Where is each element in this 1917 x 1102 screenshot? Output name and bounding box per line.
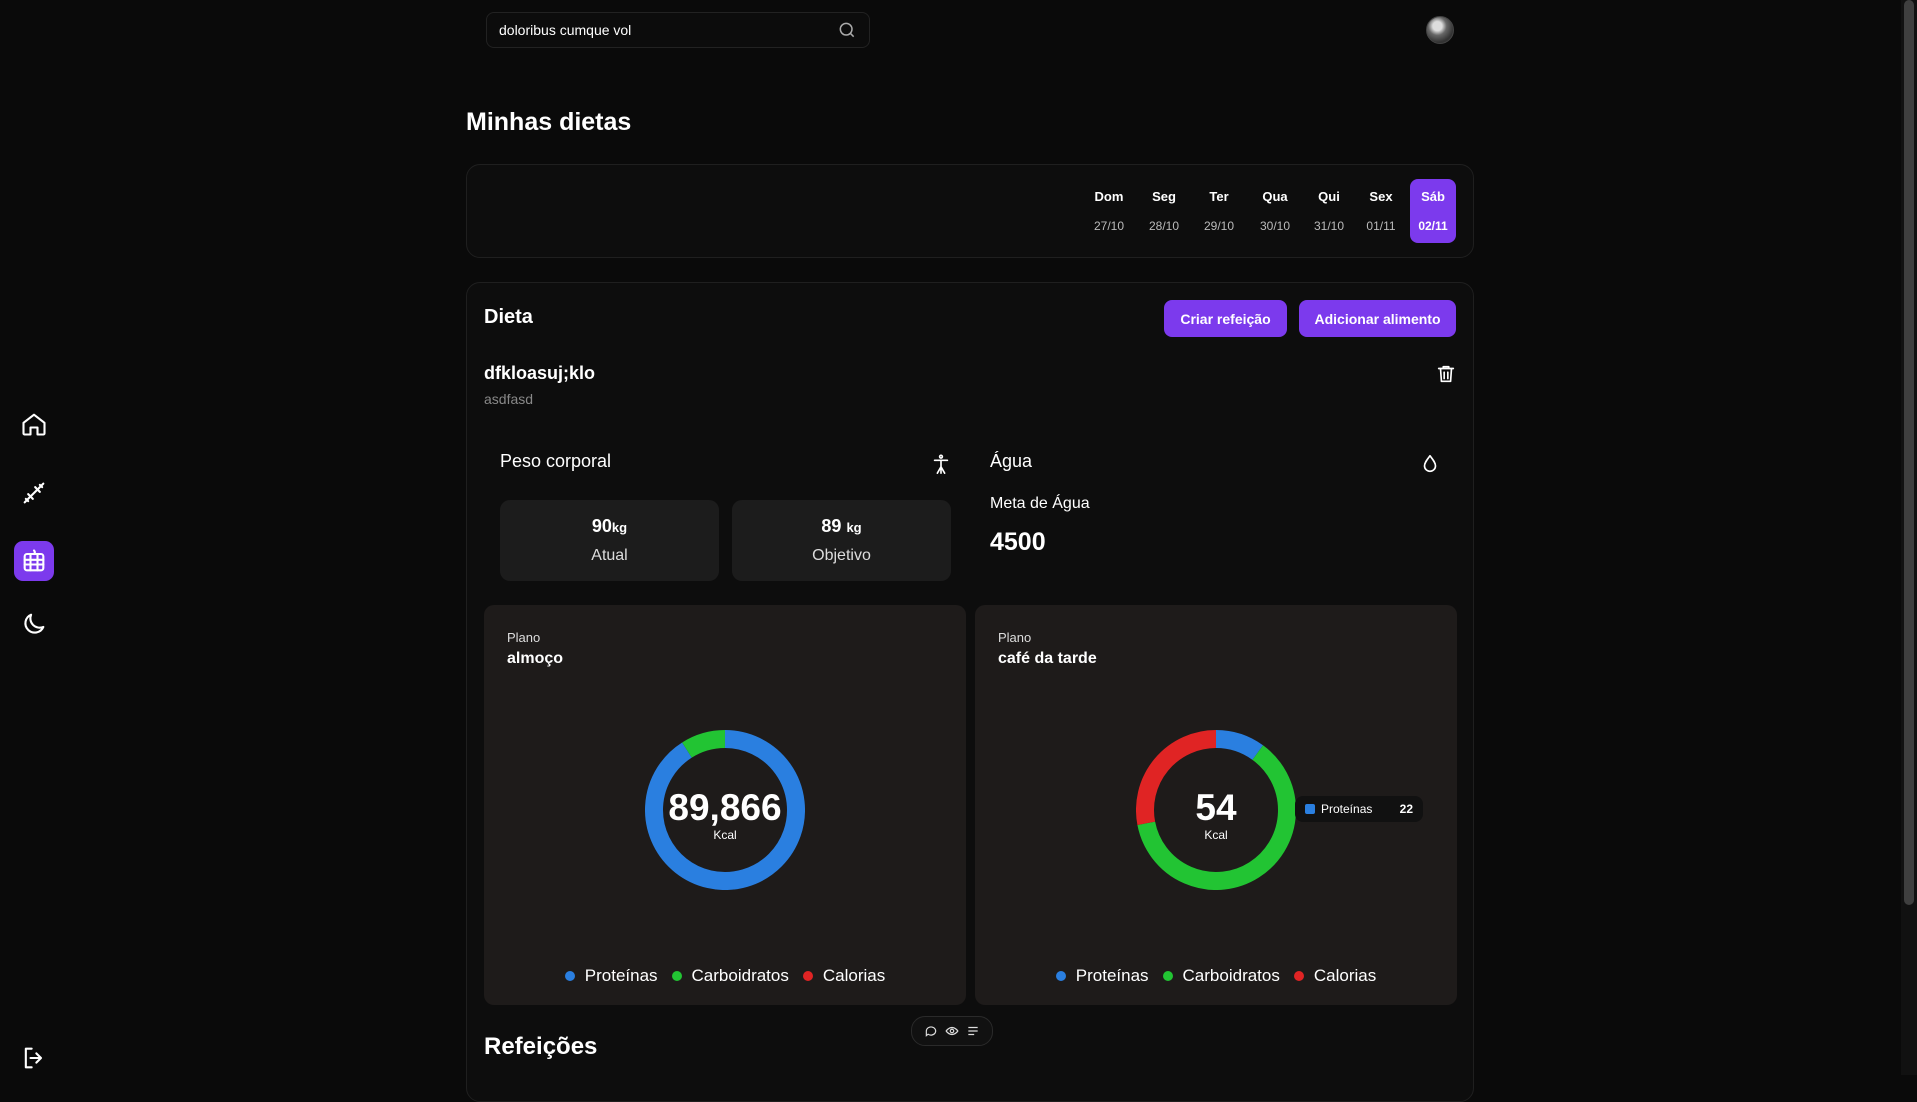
week-day-selector: Dom 27/10 Seg 28/10 Ter 29/10 Qua 30/10 Qui 3… [466,164,1474,258]
search-input[interactable] [499,22,837,38]
goal-weight-label: Objetivo [812,547,871,564]
water-drop-icon [1419,453,1441,475]
trash-icon[interactable] [1435,363,1457,385]
legend-dot-carbs [671,971,682,981]
dumbbell-icon[interactable] [14,473,54,513]
plan-label: Plano [507,630,541,645]
legend-item-calories[interactable]: Calorias [1293,966,1376,986]
legend-item-protein[interactable]: Proteínas [564,966,658,986]
tooltip-label: Proteínas [1321,802,1373,816]
eye-icon[interactable] [945,1024,959,1038]
page-scrollbar[interactable] [1901,0,1917,1075]
legend-dot-protein [564,971,575,981]
logout-icon[interactable] [14,1038,54,1078]
sidebar [0,0,70,1075]
plan-label: Plano [998,630,1032,645]
goal-weight-value: 89 [821,516,842,536]
home-icon[interactable] [14,404,54,444]
chart-legend: Proteínas Carboidratos Calorias [975,966,1457,986]
goal-weight-unit: kg [846,520,862,535]
current-weight-box: 90kg Atual [500,500,719,581]
legend-dot-carbs [1162,971,1173,981]
list-icon[interactable] [966,1024,980,1038]
legend-dot-protein [1055,971,1066,981]
goal-weight-box: 89 kg Objetivo [732,500,951,581]
body-icon [930,453,952,475]
floating-toolbar [911,1016,993,1046]
legend-item-carbs[interactable]: Carboidratos [671,966,789,986]
moon-icon[interactable] [14,604,54,644]
donut-total: 89,866 [668,787,782,828]
legend-item-carbs[interactable]: Carboidratos [1162,966,1280,986]
current-weight-label: Atual [591,547,628,564]
search-bar [486,12,870,48]
tooltip-swatch [1305,804,1315,814]
diet-description: asdfasd [484,391,534,407]
legend-item-protein[interactable]: Proteínas [1055,966,1149,986]
donut-unit: Kcal [713,828,737,842]
day-tue[interactable]: Ter 29/10 [1196,179,1242,243]
tooltip-value: 22 [1399,802,1413,816]
diet-card: Dieta Criar refeição Adicionar alimento … [466,282,1474,1102]
page-title: Minhas dietas [466,108,632,136]
donut-segment-carbs[interactable] [682,730,726,758]
day-mon[interactable]: Seg 28/10 [1141,179,1187,243]
legend-item-calories[interactable]: Calorias [802,966,885,986]
avatar[interactable] [1426,16,1454,44]
search-icon[interactable] [837,20,857,40]
plan-card-cafe-da-tarde[interactable]: Plano café da tarde 54 Kcal Proteínas 22… [975,605,1457,1005]
day-thu[interactable]: Qui 31/10 [1306,179,1352,243]
plan-name: almoço [507,650,564,667]
day-sat[interactable]: Sáb 02/11 [1410,179,1456,243]
water-goal-label: Meta de Água [990,495,1090,512]
chart-tooltip: Proteínas 22 [1295,796,1423,822]
plan-name: café da tarde [998,650,1097,667]
day-fri[interactable]: Sex 01/11 [1358,179,1404,243]
create-meal-button[interactable]: Criar refeição [1164,300,1287,337]
donut-unit: Kcal [1204,828,1228,842]
scroll-thumb[interactable] [1904,0,1914,905]
meals-title: Refeições [484,1033,598,1060]
comment-icon[interactable] [924,1024,938,1038]
current-weight-unit: kg [611,520,628,535]
add-food-button[interactable]: Adicionar alimento [1299,300,1456,337]
water-goal-value: 4500 [990,528,1046,556]
day-sun[interactable]: Dom 27/10 [1086,179,1132,243]
legend-dot-calories [1293,971,1304,981]
day-wed[interactable]: Qua 30/10 [1252,179,1298,243]
body-weight-title: Peso corporal [500,451,612,471]
diet-section-title: Dieta [484,306,533,328]
current-weight-value: 90 [591,516,612,536]
legend-dot-calories [802,971,813,981]
chart-legend: Proteínas Carboidratos Calorias [484,966,966,986]
water-title: Água [990,451,1033,471]
diet-name: dfkloasuj;klo [484,363,596,383]
plan-card-almoco[interactable]: Plano almoço 89,866 Kcal Proteínas Carbo… [484,605,966,1005]
diet-icon[interactable] [14,541,54,581]
donut-segment-protein[interactable] [1215,730,1264,761]
